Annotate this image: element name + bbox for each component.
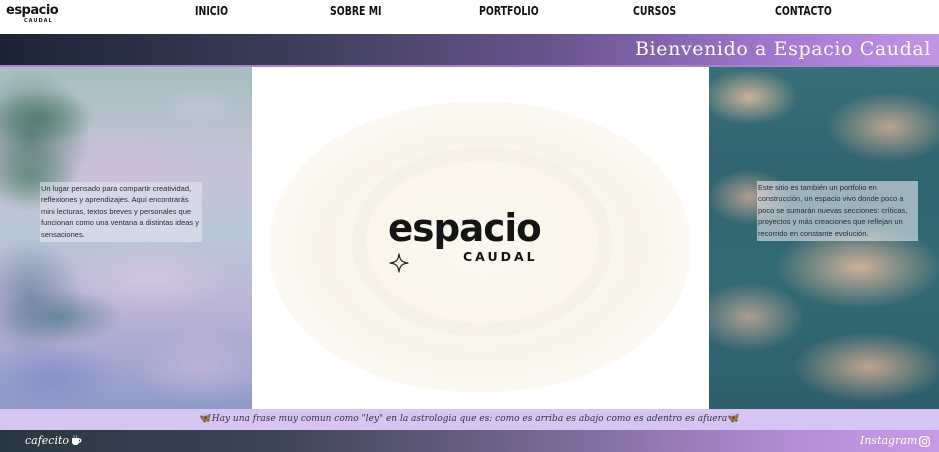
butterfly-icon: 🦋 [199, 413, 212, 424]
instagram-icon[interactable] [919, 436, 930, 447]
banner-title: Bienvenido a Espacio Caudal [635, 38, 931, 60]
intro-text-left: Un lugar pensado para compartir creativi… [40, 182, 202, 243]
quote-text: Hay una frase muy comun como "ley" en la… [211, 414, 728, 424]
intro-text-right: Este sitio es también un portfolio en co… [757, 181, 918, 242]
nav-link-sobre-mi[interactable]: SOBRE MI [330, 4, 381, 19]
sparkle-icon [389, 253, 409, 273]
brand-logo-sub: CAUDAL [24, 18, 53, 24]
left-painting-panel: Un lugar pensado para compartir creativi… [0, 67, 252, 409]
welcome-banner: Bienvenido a Espacio Caudal [0, 34, 939, 65]
painting-reflection-detail [0, 237, 120, 387]
butterfly-icon: 🦋 [727, 413, 740, 424]
main-logo-word: espacio [388, 206, 542, 250]
cafecito-link[interactable]: cafecito [25, 434, 69, 448]
nav-link-cursos[interactable]: CURSOS [633, 4, 676, 19]
center-logo-panel: espacio CAUDAL [252, 67, 709, 409]
instagram-link[interactable]: Instagram [860, 434, 917, 448]
footer: cafecito Instagram [0, 430, 939, 452]
quote-line: 🦋Hay una frase muy comun como "ley" en l… [0, 412, 939, 426]
nav-link-inicio[interactable]: INICIO [195, 4, 228, 19]
main-logo-sub: CAUDAL [463, 249, 538, 264]
right-sky-panel: Este sitio es también un portfolio en co… [709, 67, 939, 409]
top-navigation: espacio CAUDAL INICIO SOBRE MI PORTFOLIO… [0, 0, 939, 34]
nav-link-contacto[interactable]: CONTACTO [775, 4, 832, 19]
coffee-cup-icon[interactable] [71, 435, 83, 446]
quote-bar: 🦋Hay una frase muy comun como "ley" en l… [0, 409, 939, 430]
brand-logo[interactable]: espacio CAUDAL [6, 3, 59, 29]
main-logo: espacio CAUDAL [388, 205, 578, 285]
nav-link-portfolio[interactable]: PORTFOLIO [479, 4, 539, 19]
brand-logo-word: espacio [6, 3, 59, 18]
